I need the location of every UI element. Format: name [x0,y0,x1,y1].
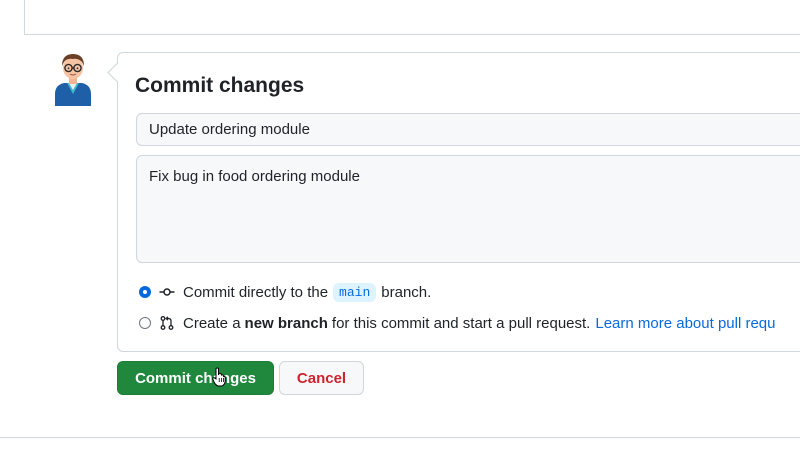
git-pull-request-icon [160,316,174,330]
file-editor-edge [24,0,800,35]
option-new-branch[interactable]: Create a new branch for this commit and … [139,312,775,334]
commit-changes-button[interactable]: Commit changes [117,361,274,395]
option-direct-suffix: branch. [381,283,432,301]
radio-new-branch[interactable] [139,317,151,329]
hand-pointer-cursor [212,367,226,387]
option-new-bold: new branch [244,314,328,332]
commit-page: Commit changes Fix bug in food ordering … [0,0,800,450]
commit-summary-input[interactable] [136,113,800,146]
learn-more-link[interactable]: Learn more about pull requ [595,315,775,332]
radio-commit-directly[interactable] [139,286,151,298]
page-divider [0,437,800,438]
git-commit-icon [159,288,175,296]
avatar [55,54,91,106]
option-commit-directly[interactable]: Commit directly to the main branch. [139,281,431,303]
option-new-prefix: Create a [183,314,241,332]
branch-name-badge: main [333,282,377,302]
cancel-button[interactable]: Cancel [279,361,364,395]
option-new-suffix: for this commit and start a pull request… [331,314,591,332]
commit-description-textarea[interactable]: Fix bug in food ordering module [136,155,800,263]
option-direct-prefix: Commit directly to the [183,283,329,301]
dialog-title: Commit changes [135,74,305,97]
